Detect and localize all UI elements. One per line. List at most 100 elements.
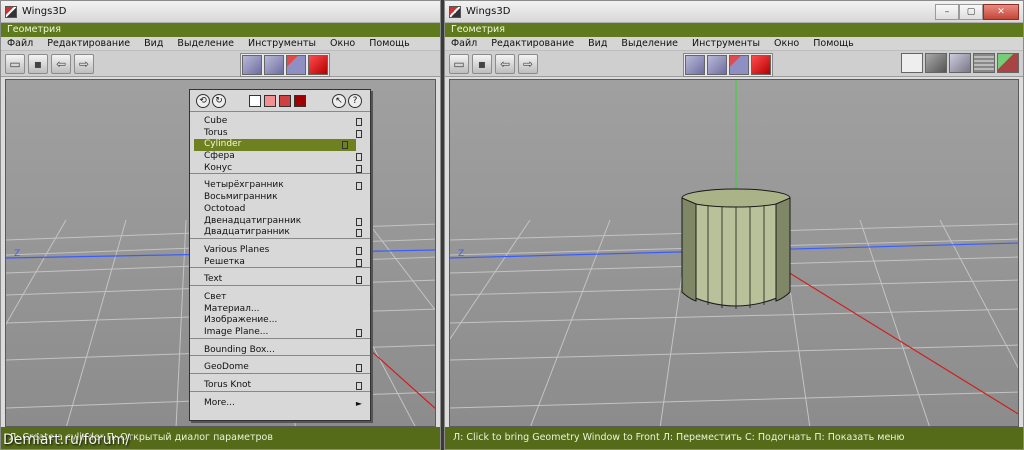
menu-item[interactable]: Четырёхгранник (190, 180, 370, 192)
options-box-icon[interactable] (356, 182, 362, 191)
undo-arrow-icon[interactable]: ⇦ (51, 54, 71, 74)
menu-item-label: Various Planes (204, 244, 270, 255)
menu-item[interactable]: Сфера (190, 151, 370, 163)
submenu-arrow-icon: ► (355, 398, 362, 408)
primitive-context-menu: ⟲ ↻ ↖ ? Cube Torus Cylinder Сфера Конус Четыр… (189, 89, 371, 421)
menu-item[interactable]: Материал... (190, 304, 370, 316)
menu-item-label: Bounding Box... (204, 344, 275, 355)
face-select-icon[interactable] (729, 55, 749, 75)
options-box-icon[interactable] (356, 258, 362, 267)
titlebar[interactable]: Wings3D (1, 1, 440, 23)
options-box-icon[interactable] (356, 364, 362, 373)
face-mode-icon[interactable] (279, 94, 291, 107)
menu-item[interactable]: Конус (190, 163, 370, 175)
menu-edit[interactable]: Редактирование (47, 37, 130, 50)
options-box-icon[interactable] (356, 164, 362, 173)
menu-file[interactable]: Файл (451, 37, 477, 50)
redo-arrow-icon[interactable]: ⇨ (518, 54, 538, 74)
smooth-shade-icon[interactable] (925, 53, 947, 73)
body-mode-icon[interactable] (294, 94, 306, 107)
vertex-select-icon[interactable] (242, 55, 262, 75)
menu-help[interactable]: Помощь (369, 37, 409, 50)
axes-toggle-icon[interactable] (997, 53, 1019, 73)
menu-item[interactable]: Cube (190, 116, 370, 128)
menu-item[interactable]: Octotoad (190, 204, 370, 216)
options-box-icon[interactable] (356, 329, 362, 337)
edge-select-icon[interactable] (707, 55, 727, 75)
menu-item-label: Решетка (204, 256, 245, 267)
watermark: Demiart.ru/forum/ (3, 432, 131, 448)
options-box-icon[interactable] (356, 246, 362, 255)
save-icon[interactable]: ▪ (28, 54, 48, 74)
options-box-icon[interactable] (356, 229, 362, 238)
menu-item[interactable]: More... ► (190, 398, 370, 410)
folder-open-icon[interactable]: ▭ (449, 54, 469, 74)
menu-file[interactable]: Файл (7, 37, 33, 50)
menu-view[interactable]: Вид (588, 37, 607, 50)
menu-item-label: Двадцатигранник (204, 227, 290, 238)
edge-mode-icon[interactable] (264, 94, 276, 107)
menu-window[interactable]: Окно (330, 37, 355, 50)
menu-item[interactable]: Свет (190, 292, 370, 304)
menu-select[interactable]: Выделение (621, 37, 678, 50)
titlebar[interactable]: Wings3D – ▢ ✕ (445, 1, 1023, 23)
cylinder-mesh (681, 188, 791, 309)
refresh-icon[interactable]: ↻ (212, 93, 226, 108)
options-box-icon[interactable] (342, 141, 348, 150)
help-icon[interactable]: ? (348, 93, 362, 108)
object-select-icon[interactable] (751, 55, 771, 75)
options-box-icon[interactable] (356, 153, 362, 162)
menu-item[interactable]: Text (190, 274, 370, 286)
menu-help[interactable]: Помощь (813, 37, 853, 50)
menu-item-label: Cube (204, 116, 228, 126)
wireframe-view-icon[interactable] (901, 53, 923, 73)
maximize-button[interactable]: ▢ (959, 3, 983, 20)
edge-select-icon[interactable] (264, 55, 284, 75)
save-icon[interactable]: ▪ (472, 54, 492, 74)
menu-items-list: Cube Torus Cylinder Сфера Конус Четырёхгранни… (190, 112, 370, 409)
options-box-icon[interactable] (356, 276, 362, 285)
menu-item-label: Сфера (204, 151, 235, 162)
rotate-icon[interactable]: ⟲ (196, 93, 210, 108)
redo-arrow-icon[interactable]: ⇨ (74, 54, 94, 74)
menu-tools[interactable]: Инструменты (248, 37, 316, 50)
menu-item[interactable]: Двадцатигранник (190, 227, 370, 239)
ground-grid-icon[interactable] (973, 53, 995, 73)
menu-item[interactable]: Двенадцатигранник (190, 216, 370, 228)
menubar: Файл Редактирование Вид Выделение Инстру… (445, 37, 1023, 51)
vertex-select-icon[interactable] (685, 55, 705, 75)
menu-item-label: Конус (204, 162, 233, 173)
menu-view[interactable]: Вид (144, 37, 163, 50)
menu-item-label: Image Plane... (204, 327, 269, 337)
menu-item[interactable]: Torus Knot (190, 380, 370, 392)
menu-item[interactable]: Various Planes (190, 245, 370, 257)
face-select-icon[interactable] (286, 55, 306, 75)
menu-item[interactable]: GeoDome (190, 362, 370, 375)
menu-item[interactable]: Восьмигранник (190, 192, 370, 204)
menu-item[interactable]: Bounding Box... (190, 345, 370, 357)
options-box-icon[interactable] (356, 129, 362, 138)
menu-edit[interactable]: Редактирование (491, 37, 574, 50)
cursor-icon[interactable]: ↖ (332, 93, 346, 108)
menu-select[interactable]: Выделение (177, 37, 234, 50)
options-box-icon[interactable] (356, 382, 362, 391)
vertex-mode-icon[interactable] (249, 94, 261, 107)
folder-open-icon[interactable]: ▭ (5, 54, 25, 74)
menu-item[interactable]: Torus (190, 128, 370, 140)
menu-window[interactable]: Окно (774, 37, 799, 50)
menu-item[interactable]: Решетка (190, 257, 370, 269)
geometry-viewport[interactable]: Z (449, 79, 1019, 427)
menu-item[interactable]: Image Plane... (190, 327, 370, 339)
menu-item-label: Cylinder (204, 139, 242, 150)
minimize-button[interactable]: – (935, 3, 959, 20)
close-button[interactable]: ✕ (983, 3, 1019, 20)
undo-arrow-icon[interactable]: ⇦ (495, 54, 515, 74)
menu-item[interactable]: Изображение... (190, 315, 370, 327)
object-select-icon[interactable] (308, 55, 328, 75)
options-box-icon[interactable] (356, 217, 362, 226)
menu-tools[interactable]: Инструменты (692, 37, 760, 50)
menu-item[interactable]: Cylinder (194, 139, 356, 152)
menu-item-label: Изображение... (204, 315, 278, 326)
options-box-icon[interactable] (356, 118, 362, 126)
shaded-view-icon[interactable] (949, 53, 971, 73)
